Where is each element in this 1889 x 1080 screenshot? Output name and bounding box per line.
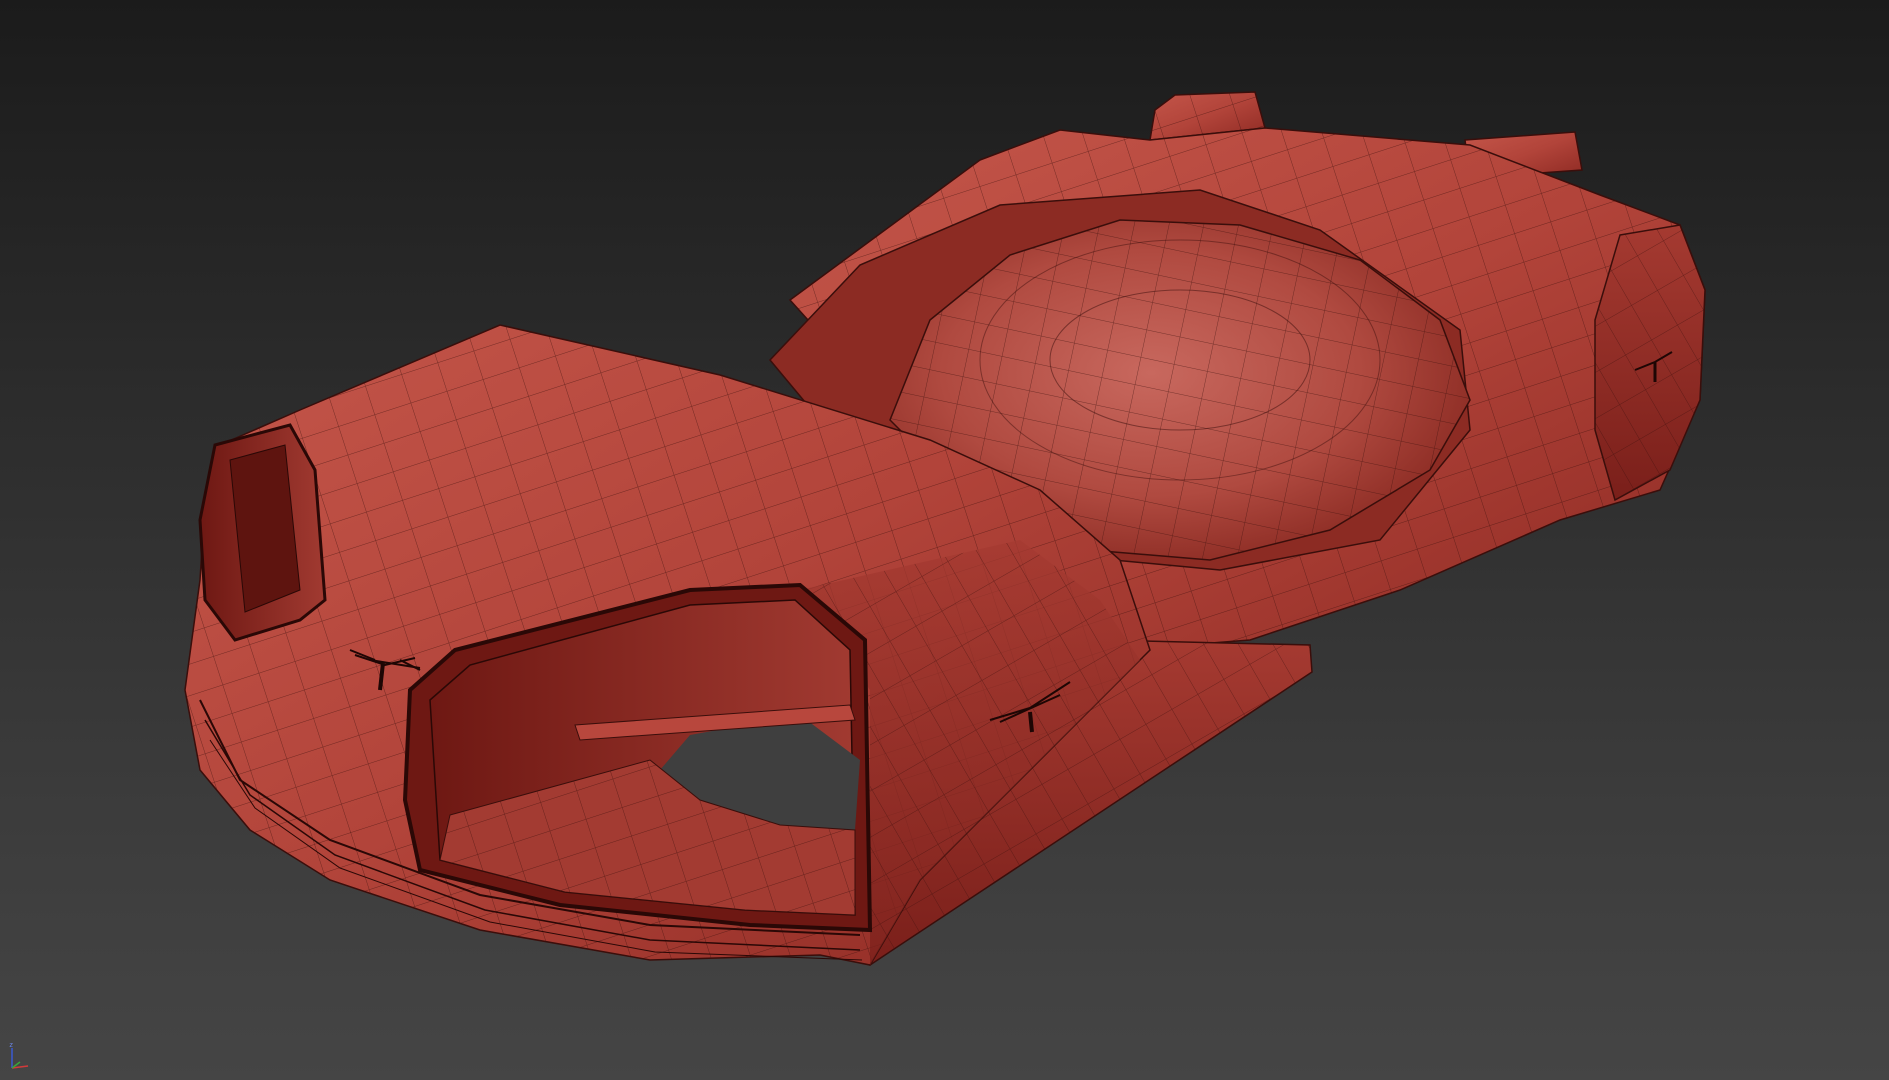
axis-z-label: z <box>9 1041 13 1049</box>
rear-end-cap <box>1594 224 1706 502</box>
car-body-model[interactable] <box>0 0 1889 1080</box>
3d-viewport[interactable]: z <box>0 0 1889 1080</box>
left-intake <box>198 423 327 642</box>
axis-gizmo-icon: z <box>9 1041 29 1069</box>
